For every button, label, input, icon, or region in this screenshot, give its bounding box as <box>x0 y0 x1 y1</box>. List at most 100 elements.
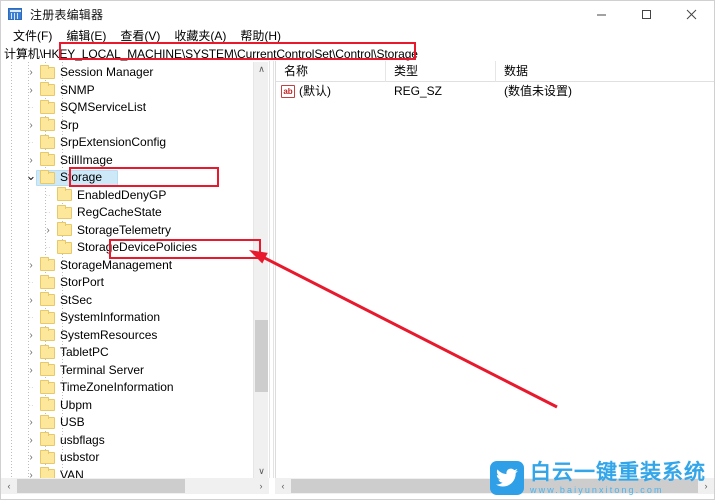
tree-item-usbflags[interactable]: › usbflags <box>1 432 253 450</box>
chevron-right-icon[interactable]: › <box>24 449 38 466</box>
tree-item-snmp[interactable]: › SNMP <box>1 82 253 100</box>
chevron-right-icon[interactable]: › <box>41 222 55 239</box>
chevron-right-icon[interactable]: › <box>24 64 38 81</box>
chevron-right-icon[interactable]: › <box>24 414 38 431</box>
tree-item-storagemanagement[interactable]: › StorageManagement <box>1 257 253 275</box>
tree-item-stsec[interactable]: › StSec <box>1 292 253 310</box>
tree-item-storage[interactable]: ⌄ Storage <box>1 167 253 187</box>
column-header-name[interactable]: 名称 <box>276 61 386 82</box>
folder-icon <box>40 274 55 289</box>
tree-item-van[interactable]: › VAN <box>1 467 253 478</box>
tree-item-usb[interactable]: › USB <box>1 414 253 432</box>
value-data-cell: (数值未设置) <box>504 84 572 98</box>
address-path-text: 计算机\HKEY_LOCAL_MACHINE\SYSTEM\CurrentCon… <box>4 46 418 61</box>
maximize-button[interactable] <box>624 1 669 27</box>
tree-item-label: Terminal Server <box>60 362 145 377</box>
tree-item-ubpm[interactable]: ·· Ubpm <box>1 397 253 415</box>
tree-item-systemresources[interactable]: › SystemResources <box>1 327 253 345</box>
menu-item-favorites[interactable]: 收藏夹(A) <box>167 27 233 45</box>
tree-item-regcachestate[interactable]: ·· RegCacheState <box>1 204 253 222</box>
tree-item-label: Storage <box>60 170 103 185</box>
values-hscroll-left-button[interactable]: ‹ <box>275 478 291 494</box>
chevron-right-icon[interactable]: › <box>24 82 38 99</box>
tree-item-stillimage[interactable]: › StillImage <box>1 152 253 170</box>
tree-item-label: SNMP <box>60 82 95 97</box>
close-button[interactable] <box>669 1 714 27</box>
chevron-right-icon[interactable]: › <box>24 117 38 134</box>
tree-horizontal-scrollbar[interactable]: ‹ › <box>1 478 269 494</box>
tree-item-session-manager[interactable]: › Session Manager <box>1 64 253 82</box>
menu-item-help[interactable]: 帮助(H) <box>233 27 288 45</box>
chevron-right-icon[interactable]: › <box>24 292 38 309</box>
menu-item-view[interactable]: 查看(V) <box>113 27 167 45</box>
folder-icon <box>40 64 55 79</box>
chevron-right-icon[interactable]: › <box>24 257 38 274</box>
chevron-right-icon[interactable]: › <box>24 362 38 379</box>
value-name-cell: ab (默认) <box>276 82 386 101</box>
column-header-type[interactable]: 类型 <box>386 61 496 82</box>
tree-item-storagetelemetry[interactable]: › StorageTelemetry <box>1 222 253 240</box>
tree-scroll-up-button[interactable]: ∧ <box>254 62 269 77</box>
folder-icon <box>57 239 72 254</box>
table-row[interactable]: ab (默认) REG_SZ (数值未设置) <box>276 82 714 101</box>
tree-item-systeminformation[interactable]: ·· SystemInformation <box>1 309 253 327</box>
tree-item-label: usbflags <box>60 432 105 447</box>
chevron-right-icon[interactable]: › <box>24 467 38 478</box>
column-header-data[interactable]: 数据 <box>496 61 714 82</box>
tree-item-srp[interactable]: › Srp <box>1 117 253 135</box>
chevron-right-icon[interactable]: › <box>24 327 38 344</box>
title-bar: 注册表编辑器 <box>1 1 714 27</box>
watermark-url: www.baiyunxitong.com <box>530 484 664 495</box>
tree-vertical-scrollbar[interactable]: ∧ ∨ <box>253 62 268 478</box>
tree-item-label: RegCacheState <box>77 205 162 220</box>
tree-item-label: SystemResources <box>60 327 158 342</box>
menu-item-edit[interactable]: 编辑(E) <box>59 27 113 45</box>
tree-item-timezoneinformation[interactable]: ·· TimeZoneInformation <box>1 379 253 397</box>
tree-item-label: usbstor <box>60 450 100 465</box>
chevron-down-icon[interactable]: ⌄ <box>24 167 38 184</box>
chevron-right-icon[interactable]: › <box>24 432 38 449</box>
tree-item-sqmservicelist[interactable]: ·· SQMServiceList <box>1 99 253 117</box>
registry-editor-icon <box>8 6 24 22</box>
tree-item-enableddenygp[interactable]: ·· EnabledDenyGP <box>1 187 253 205</box>
watermark-text: 白云一键重装系统 www.baiyunxitong.com <box>530 462 706 495</box>
tree-leaf-marker: ·· <box>28 400 34 410</box>
tree-item-label: SrpExtensionConfig <box>60 135 167 150</box>
tree-item-usbstor[interactable]: › usbstor <box>1 449 253 467</box>
folder-icon <box>40 117 55 132</box>
pane-splitter[interactable] <box>269 61 274 478</box>
watermark: 白云一键重装系统 www.baiyunxitong.com <box>490 461 706 495</box>
tree-scroll-down-button[interactable]: ∨ <box>254 464 269 478</box>
tree-hscrollbar-thumb[interactable] <box>17 479 185 493</box>
tree-hscroll-right-button[interactable]: › <box>253 478 269 494</box>
tree-item-label: StorageDevicePolicies <box>77 240 198 255</box>
content-panes: › Session Manager › SNMP ·· SQMServiceList › Sr… <box>1 61 714 499</box>
minimize-button[interactable] <box>579 1 624 27</box>
folder-icon <box>40 309 55 324</box>
tree-leaf-marker: ·· <box>28 138 34 148</box>
window-controls <box>579 1 714 27</box>
tree-item-label: EnabledDenyGP <box>77 187 167 202</box>
tree-item-label: USB <box>60 415 85 430</box>
tree-item-storagedevicepolicies[interactable]: ·· StorageDevicePolicies <box>1 239 253 257</box>
tree-leaf-marker: ·· <box>28 383 34 393</box>
tree-scrollbar-thumb[interactable] <box>255 320 268 392</box>
tree-item-srpextensionconfig[interactable]: ·· SrpExtensionConfig <box>1 134 253 152</box>
tree-item-label: StillImage <box>60 152 113 167</box>
folder-icon <box>40 432 55 447</box>
window-title: 注册表编辑器 <box>30 7 104 22</box>
registry-tree-pane: › Session Manager › SNMP ·· SQMServiceList › Sr… <box>1 61 269 478</box>
chevron-right-icon[interactable]: › <box>24 344 38 361</box>
menu-item-file[interactable]: 文件(F) <box>6 27 59 45</box>
tree-item-storport[interactable]: ·· StorPort <box>1 274 253 292</box>
tree-item-terminal-server[interactable]: › Terminal Server <box>1 362 253 380</box>
tree-scroll-viewport[interactable]: › Session Manager › SNMP ·· SQMServiceList › Sr… <box>1 62 253 478</box>
tree-item-label: Session Manager <box>60 65 154 80</box>
tree-hscroll-left-button[interactable]: ‹ <box>1 478 17 494</box>
folder-icon <box>40 397 55 412</box>
chevron-right-icon[interactable]: › <box>24 152 38 169</box>
tree-item-tabletpc[interactable]: › TabletPC <box>1 344 253 362</box>
address-bar[interactable]: 计算机\HKEY_LOCAL_MACHINE\SYSTEM\CurrentCon… <box>1 45 714 61</box>
value-type-cell: REG_SZ <box>394 84 443 98</box>
folder-icon <box>57 204 72 219</box>
